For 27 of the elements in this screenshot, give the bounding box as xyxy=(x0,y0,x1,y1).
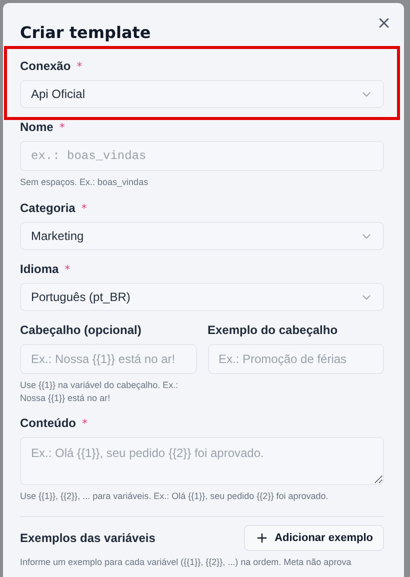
select-field[interactable]: Api Oficial xyxy=(20,80,384,108)
field-label: Cabeçalho (opcional) xyxy=(20,323,142,337)
field-label: Exemplo do cabeçalho xyxy=(208,323,338,337)
field-label: Conteúdo xyxy=(20,416,76,430)
field-label: Conexão xyxy=(20,59,71,73)
required-mark: * xyxy=(82,416,88,430)
input-field[interactable]: Ex.: Nossa {{1}} está no ar! xyxy=(20,344,196,374)
required-mark: * xyxy=(81,202,87,214)
hint-text: Use {{1}}, {{2}}, ... para variáveis. Ex.: Olá {{1}}, seu pedido {{2}} foi aprovado. xyxy=(20,490,330,503)
hint-text: Sem espaços. Ex.: boas_vindas xyxy=(20,176,150,189)
field-label: Idioma xyxy=(20,262,59,276)
add-example-button[interactable]: Adicionar exemplo xyxy=(244,525,384,551)
plus-icon xyxy=(254,531,269,545)
section-title: Exemplos das variáveis xyxy=(20,531,156,545)
dialog-title: Criar template xyxy=(20,23,152,42)
input-field[interactable]: Ex.: Promoção de férias xyxy=(208,344,384,374)
input-field[interactable]: ex.: boas_vindas xyxy=(20,141,384,171)
select-field[interactable]: Português (pt_BR) xyxy=(20,283,384,311)
info-text: Informe um exemplo para cada variável ({{1}}, {{2}}, ...) na ordem. Meta não aprova xyxy=(20,557,352,567)
required-mark: * xyxy=(59,120,65,134)
required-mark: * xyxy=(76,60,82,72)
hint-text: Use {{1}} na variável do cabeçalho. Ex.: Nossa {{1}} está no ar! xyxy=(20,379,180,405)
select-field[interactable]: Marketing xyxy=(20,222,384,250)
field-label: Nome xyxy=(20,120,54,134)
required-mark: * xyxy=(64,262,70,276)
field-label: Categoria xyxy=(20,201,76,215)
textarea-field[interactable]: Ex.: Olá {{1}}, seu pedido {{2}} foi aprovado. xyxy=(20,437,384,485)
